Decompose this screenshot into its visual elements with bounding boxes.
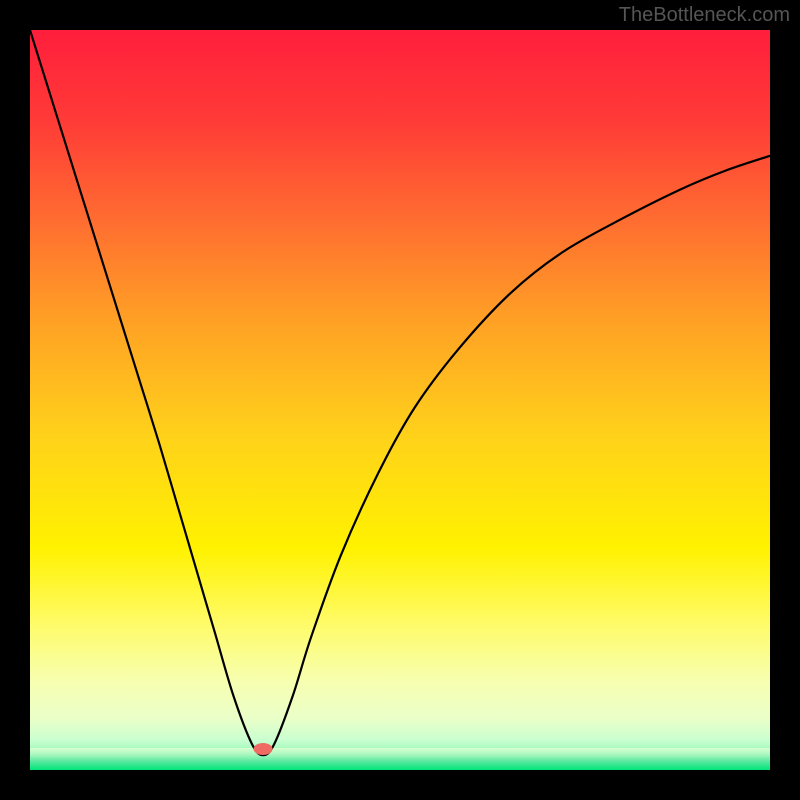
watermark-text: TheBottleneck.com: [619, 4, 790, 27]
bottleneck-line: [30, 30, 770, 755]
chart-curve: [30, 30, 770, 770]
outer-frame: TheBottleneck.com: [0, 0, 800, 800]
optimal-marker: [254, 743, 273, 755]
plot-area: [30, 30, 770, 770]
